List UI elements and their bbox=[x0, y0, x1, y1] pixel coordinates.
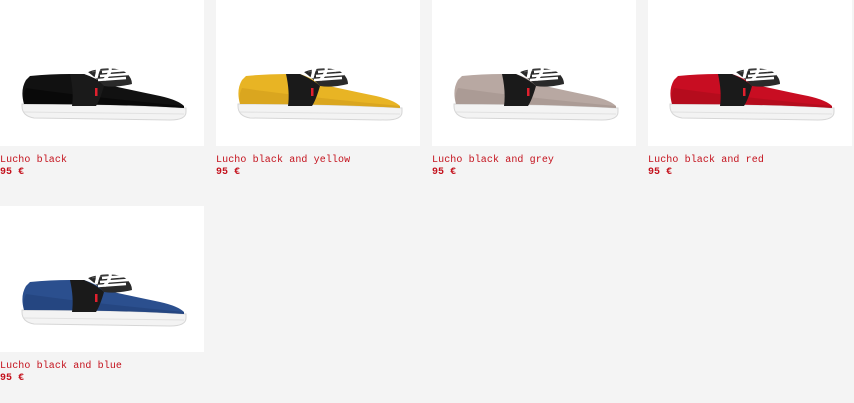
product-card[interactable]: Lucho black and grey 95 € bbox=[432, 0, 636, 178]
product-card[interactable]: Lucho black and yellow 95 € bbox=[216, 0, 420, 178]
sneaker-image bbox=[237, 61, 403, 121]
product-name[interactable]: Lucho black and yellow bbox=[216, 155, 420, 167]
product-image[interactable] bbox=[648, 0, 852, 146]
product-grid: Lucho black 95 € Lucho black and yellow 95… bbox=[0, 0, 854, 403]
product-card[interactable]: Lucho black and blue 95 € bbox=[0, 206, 204, 384]
product-price: 95 € bbox=[216, 167, 241, 178]
product-image[interactable] bbox=[216, 0, 420, 146]
product-image[interactable] bbox=[0, 0, 204, 146]
product-name[interactable]: Lucho black and blue bbox=[0, 361, 204, 373]
product-price: 95 € bbox=[0, 167, 25, 178]
product-name[interactable]: Lucho black and red bbox=[648, 155, 852, 167]
product-price: 95 € bbox=[648, 167, 673, 178]
sneaker-image bbox=[21, 61, 187, 121]
product-price: 95 € bbox=[0, 373, 25, 384]
product-card[interactable]: Lucho black 95 € bbox=[0, 0, 204, 178]
product-price: 95 € bbox=[432, 167, 457, 178]
sneaker-image bbox=[21, 267, 187, 327]
product-name[interactable]: Lucho black and grey bbox=[432, 155, 636, 167]
sneaker-image bbox=[669, 61, 835, 121]
product-name[interactable]: Lucho black bbox=[0, 155, 204, 167]
product-image[interactable] bbox=[432, 0, 636, 146]
sneaker-image bbox=[453, 61, 619, 121]
product-card[interactable]: Lucho black and red 95 € bbox=[648, 0, 852, 178]
product-image[interactable] bbox=[0, 206, 204, 352]
